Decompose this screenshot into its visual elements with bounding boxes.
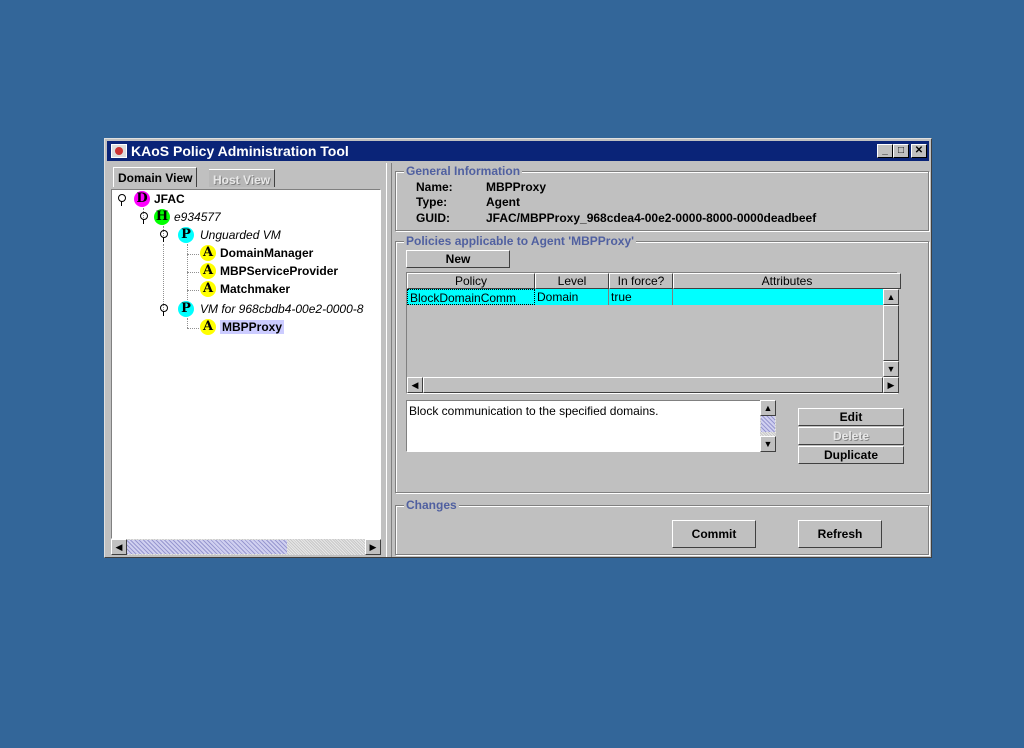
scroll-down-button[interactable]: ▼ [760, 436, 776, 452]
arrow-left-icon: ◀ [115, 542, 123, 552]
app-window: KAoS Policy Administration Tool _ □ ✕ Do… [104, 138, 932, 558]
split-pane-divider[interactable] [386, 163, 392, 557]
tab-host-view[interactable]: Host View [209, 169, 276, 187]
maximize-icon: □ [897, 145, 905, 156]
description-scroll-thumb[interactable] [761, 416, 775, 432]
cell-level[interactable]: Domain [535, 289, 609, 305]
tree-node-label: VM for 968cbdb4-00e2-0000-8 [200, 302, 364, 316]
table-horizontal-scroll-thumb[interactable] [423, 377, 883, 393]
cell-attributes[interactable] [673, 289, 883, 305]
minimize-icon: _ [882, 145, 888, 156]
scroll-thumb[interactable] [127, 540, 287, 554]
tree-node-label: e934577 [174, 210, 221, 224]
tree-connector [187, 272, 199, 273]
tree-connector [187, 328, 199, 329]
expand-handle-icon[interactable] [118, 194, 126, 206]
column-header-attributes[interactable]: Attributes [673, 273, 901, 289]
expand-handle-icon[interactable] [160, 230, 168, 242]
policy-description: Block communication to the specified dom… [406, 400, 762, 452]
host-icon: H [154, 209, 170, 225]
arrow-down-icon: ▼ [886, 364, 896, 374]
table-vertical-scroll-thumb[interactable] [883, 305, 899, 361]
scroll-left-button[interactable]: ◀ [111, 539, 127, 555]
name-value: MBPProxy [486, 180, 547, 194]
arrow-right-icon: ▶ [369, 542, 377, 552]
arrow-up-icon: ▲ [886, 292, 896, 302]
general-info-group: General Information Name: MBPProxy Type:… [395, 164, 929, 231]
cell-in-force[interactable]: true [609, 289, 673, 305]
tree-node-label: MBPServiceProvider [220, 264, 339, 278]
changes-group: Changes Commit Refresh [395, 498, 929, 555]
column-header-level[interactable]: Level [535, 273, 609, 289]
edit-button[interactable]: Edit [798, 408, 904, 426]
policies-title: Policies applicable to Agent 'MBPProxy' [404, 234, 636, 248]
changes-title: Changes [404, 498, 459, 512]
table-row[interactable]: BlockDomainComm Domain true [407, 289, 883, 305]
tree-node-label: MBPProxy [220, 320, 285, 334]
close-button[interactable]: ✕ [911, 144, 927, 158]
tab-domain-view[interactable]: Domain View [113, 167, 198, 187]
tree-node-label: JFAC [154, 192, 185, 206]
window-title: KAoS Policy Administration Tool [131, 143, 349, 159]
guid-value: JFAC/MBPProxy_968cdea4-00e2-0000-8000-00… [486, 211, 817, 225]
expand-handle-icon[interactable] [160, 304, 168, 316]
scroll-up-button[interactable]: ▲ [760, 400, 776, 416]
policies-group: Policies applicable to Agent 'MBPProxy' … [395, 234, 929, 493]
policies-table: Policy Level In force? Attributes BlockD… [406, 272, 901, 394]
maximize-button[interactable]: □ [893, 144, 909, 158]
scroll-down-button[interactable]: ▼ [883, 361, 899, 377]
duplicate-button[interactable]: Duplicate [798, 446, 904, 464]
arrow-down-icon: ▼ [763, 439, 773, 449]
agent-icon: A [200, 245, 216, 261]
column-header-in-force[interactable]: In force? [609, 273, 673, 289]
refresh-button[interactable]: Refresh [798, 520, 882, 548]
type-value: Agent [486, 195, 520, 209]
arrow-right-icon: ▶ [887, 380, 895, 390]
expand-handle-icon[interactable] [140, 212, 148, 224]
domain-tree[interactable]: D JFAC H e934577 P Unguarded VM A Domain… [111, 189, 381, 539]
title-bar[interactable]: KAoS Policy Administration Tool _ □ ✕ [107, 141, 929, 161]
arrow-left-icon: ◀ [411, 380, 419, 390]
minimize-button[interactable]: _ [877, 144, 893, 158]
tree-connector [187, 290, 199, 291]
guid-label: GUID: [416, 211, 450, 225]
left-panel: Domain View Host View D JFAC H e934577 P… [109, 165, 385, 557]
agent-icon: A [200, 263, 216, 279]
domain-icon: D [134, 191, 150, 207]
scroll-right-button[interactable]: ▶ [365, 539, 381, 555]
new-policy-button[interactable]: New [406, 250, 510, 268]
scroll-left-button[interactable]: ◀ [407, 377, 423, 393]
cell-policy[interactable]: BlockDomainComm [407, 289, 535, 305]
tree-node-label: DomainManager [220, 246, 314, 260]
agent-icon: A [200, 319, 216, 335]
arrow-up-icon: ▲ [763, 403, 773, 413]
vm-icon: P [178, 227, 194, 243]
close-icon: ✕ [914, 145, 924, 156]
general-info-title: General Information [404, 164, 523, 178]
type-label: Type: [416, 195, 448, 209]
scroll-right-button[interactable]: ▶ [883, 377, 899, 393]
scroll-up-button[interactable]: ▲ [883, 289, 899, 305]
tree-horizontal-scrollbar[interactable]: ◀ ▶ [111, 539, 381, 555]
agent-icon: A [200, 281, 216, 297]
delete-button[interactable]: Delete [798, 427, 904, 445]
app-icon [111, 144, 127, 158]
tree-connector [187, 318, 188, 328]
tree-connector [187, 254, 199, 255]
tree-node-label: Matchmaker [220, 282, 291, 296]
commit-button[interactable]: Commit [672, 520, 756, 548]
name-label: Name: [416, 180, 453, 194]
tree-node-label: Unguarded VM [200, 228, 281, 242]
vm-icon: P [178, 301, 194, 317]
column-header-policy[interactable]: Policy [407, 273, 535, 289]
